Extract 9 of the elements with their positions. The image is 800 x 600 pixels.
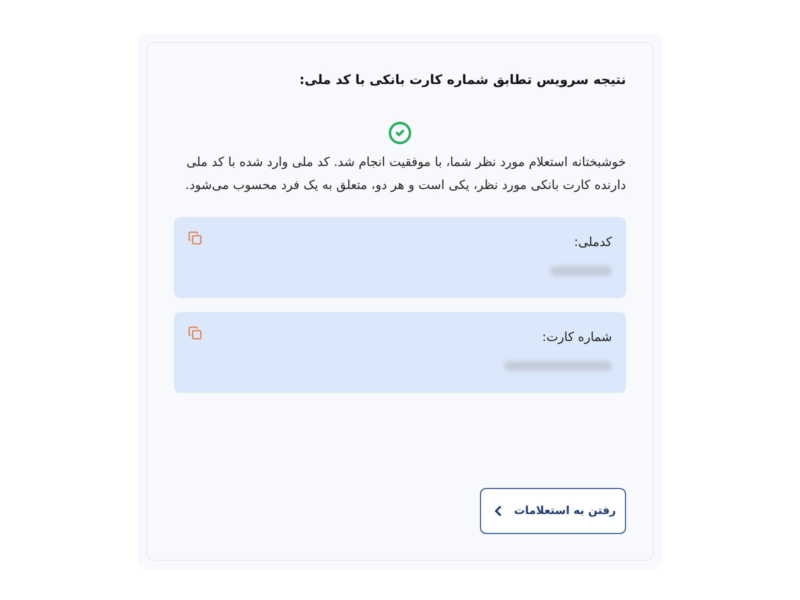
- success-message: خوشبختانه استعلام مورد نظر شما، با موفقیت انجام شد. کد ملی وارد شده با کد ملی دارنده کارت بانکی مورد نظر، یکی است و هر دو، متعلق به یک فرد محسوب می‌شود.: [184, 153, 626, 194]
- result-title: نتیجه سرویس تطابق شماره کارت بانکی با کد ملی:: [298, 72, 626, 90]
- copy-icon[interactable]: [188, 326, 202, 340]
- copy-icon[interactable]: [188, 231, 202, 245]
- field-label: کدملی:: [574, 233, 612, 251]
- field-label: شماره کارت:: [542, 328, 612, 346]
- go-to-inquiries-button[interactable]: رفتن به استعلامات: [480, 488, 626, 534]
- redacted-value: [550, 266, 612, 276]
- success-check-icon: [388, 121, 412, 145]
